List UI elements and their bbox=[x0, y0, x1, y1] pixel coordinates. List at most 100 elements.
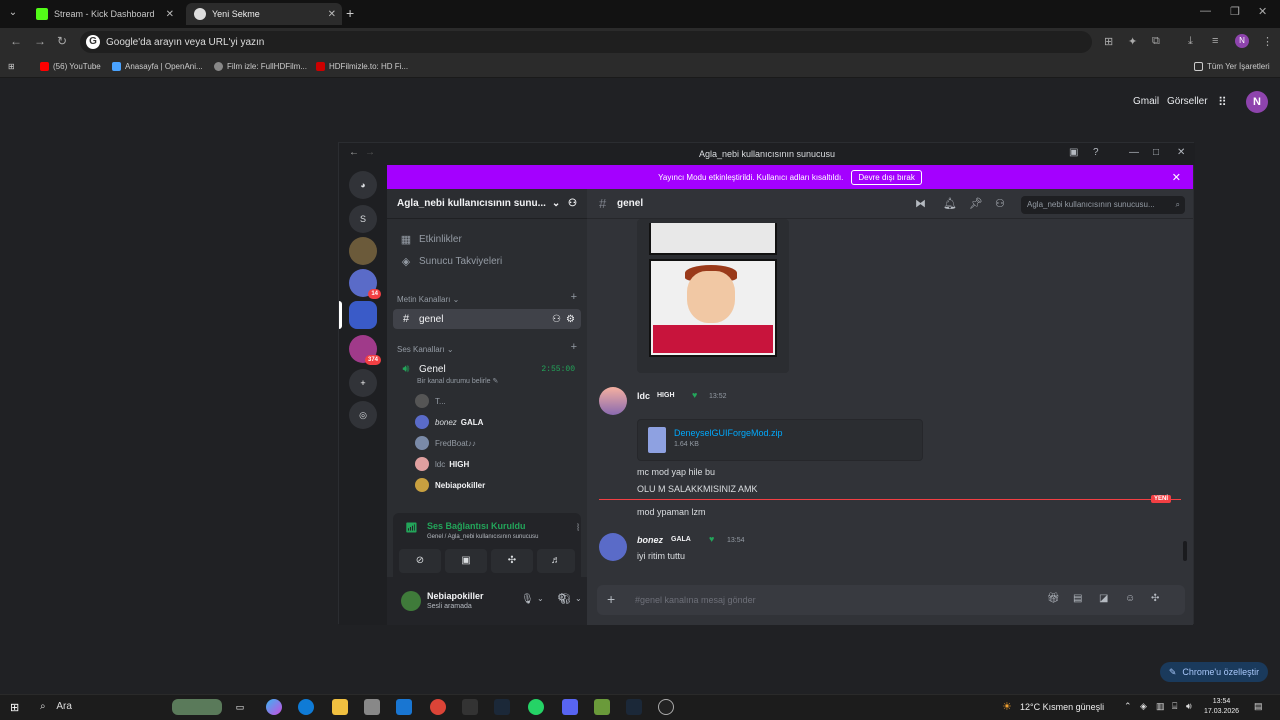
gmail-link[interactable]: Gmail bbox=[1133, 96, 1159, 107]
network-icon[interactable]: ⌸ bbox=[1172, 701, 1177, 712]
profile-avatar[interactable]: N bbox=[1235, 34, 1249, 48]
camera-button[interactable]: ⊘ bbox=[399, 549, 441, 573]
minimize-icon[interactable]: — bbox=[1129, 147, 1139, 158]
notification-icon[interactable]: ▤ bbox=[1254, 701, 1263, 712]
task-view-icon[interactable]: ▭ bbox=[232, 699, 248, 715]
add-channel-icon[interactable]: + bbox=[571, 291, 577, 303]
translate-icon[interactable]: ⊞ bbox=[1104, 35, 1113, 48]
events-item[interactable]: ▦ Etkinlikler bbox=[393, 229, 581, 249]
discord-home-icon[interactable]: ◕ bbox=[349, 171, 377, 199]
forward-icon[interactable]: → bbox=[34, 34, 46, 48]
search-input[interactable]: Agla_nebi kullanıcısının sunucusu... ⌕ bbox=[1021, 196, 1185, 214]
server-avatar[interactable]: 374 bbox=[349, 335, 381, 365]
voice-user[interactable]: T... bbox=[415, 392, 446, 410]
close-icon[interactable]: ✕ bbox=[1172, 171, 1181, 184]
server-avatar[interactable]: 14 bbox=[349, 269, 381, 299]
message-composer[interactable]: + #genel kanalına mesaj gönder 🎁︎ ▤ ◪ ☺ … bbox=[597, 585, 1185, 615]
steam-icon[interactable] bbox=[626, 699, 642, 715]
scrollbar[interactable] bbox=[1183, 541, 1187, 561]
emoji-icon[interactable]: ☺ bbox=[1125, 593, 1135, 604]
gift-icon[interactable]: 🎁︎ bbox=[1047, 593, 1060, 604]
chevron-down-icon[interactable]: ⌄ bbox=[537, 594, 544, 603]
inbox-icon[interactable]: ▣ bbox=[1069, 147, 1078, 158]
obs-icon[interactable] bbox=[658, 699, 674, 715]
minecraft-icon[interactable] bbox=[594, 699, 610, 715]
voice-channel-genel[interactable]: 🔊︎ Genel 2:55:00 bbox=[393, 359, 581, 379]
tab-kick[interactable]: Stream - Kick Dashboard ✕ bbox=[28, 3, 180, 25]
tab-new[interactable]: Yeni Sekme ✕ bbox=[186, 3, 342, 25]
soundboard-button[interactable]: ♬ bbox=[537, 549, 575, 573]
channel-status-prompt[interactable]: Bir kanal durumu belirle ✎ bbox=[417, 377, 498, 385]
file-attachment[interactable]: DeneyselGUIForgeMod.zip 1.64 KB bbox=[637, 419, 923, 461]
sticker-icon[interactable]: ◪ bbox=[1099, 593, 1108, 604]
screen-share-button[interactable]: ▣ bbox=[445, 549, 487, 573]
avatar[interactable] bbox=[599, 533, 627, 561]
back-icon[interactable]: ← bbox=[10, 34, 22, 48]
weather-text[interactable]: 12°C Kısmen güneşli bbox=[1020, 702, 1104, 712]
server-header[interactable]: Agla_nebi kullanıcısının sunu... ⌄ ⚇ bbox=[387, 189, 587, 219]
noise-suppression-icon[interactable]: ⦚ bbox=[577, 523, 579, 534]
store-icon[interactable] bbox=[364, 699, 380, 715]
bookmark-youtube[interactable]: (56) YouTube bbox=[40, 62, 101, 71]
copilot-icon[interactable] bbox=[266, 699, 282, 715]
chevron-up-icon[interactable]: ⌃ bbox=[1124, 701, 1132, 712]
invite-icon[interactable]: ⚇ bbox=[552, 314, 561, 325]
server-avatar[interactable] bbox=[349, 237, 377, 265]
apps-icon[interactable]: ✣ bbox=[1151, 593, 1159, 604]
apps-icon[interactable]: ⊞ bbox=[8, 62, 15, 71]
disable-streamer-mode-button[interactable]: Devre dışı bırak bbox=[851, 169, 922, 185]
chevron-down-icon[interactable]: ⌄ bbox=[575, 594, 582, 603]
voice-user[interactable]: bonez GALA bbox=[415, 413, 483, 431]
discord-taskbar-icon[interactable] bbox=[562, 699, 578, 715]
close-window-icon[interactable]: ✕ bbox=[1258, 5, 1267, 18]
voice-user[interactable]: Nebiapokiller bbox=[415, 476, 485, 494]
bookmark-fullhdfilm[interactable]: Film izle: FullHDFilm... bbox=[214, 62, 307, 71]
close-icon[interactable]: ✕ bbox=[328, 9, 336, 20]
image-attachment[interactable] bbox=[637, 219, 789, 373]
all-bookmarks[interactable]: Tüm Yer İşaretleri bbox=[1194, 62, 1270, 71]
chrome-icon[interactable] bbox=[430, 699, 446, 715]
terminal-icon[interactable] bbox=[462, 699, 478, 715]
steam-icon[interactable] bbox=[494, 699, 510, 715]
volume-icon[interactable]: 🔊︎ bbox=[1186, 701, 1192, 712]
add-channel-icon[interactable]: + bbox=[571, 341, 577, 353]
windows-start-icon[interactable]: ⊞ bbox=[10, 701, 22, 714]
maximize-icon[interactable]: □ bbox=[1153, 147, 1159, 158]
add-attachment-icon[interactable]: + bbox=[607, 591, 615, 607]
puzzle-icon[interactable]: ⧉ bbox=[1152, 35, 1160, 48]
text-category[interactable]: Metin Kanalları ⌄ bbox=[397, 295, 459, 304]
voice-category[interactable]: Ses Kanalları ⌄ bbox=[397, 345, 454, 354]
minimize-icon[interactable]: — bbox=[1200, 5, 1211, 17]
clock[interactable]: 13:54 17.03.2026 bbox=[1204, 697, 1239, 717]
voice-user[interactable]: FredBoat♪♪ bbox=[415, 434, 476, 452]
widgets-icon[interactable] bbox=[172, 699, 222, 715]
gear-icon[interactable]: ⚙ bbox=[566, 314, 575, 325]
tray-app-icon[interactable]: ▥ bbox=[1156, 701, 1165, 712]
close-icon[interactable]: ✕ bbox=[166, 9, 174, 20]
customize-chrome-button[interactable]: ✎ Chrome'u özelleştir bbox=[1160, 662, 1268, 682]
tab-search-icon[interactable]: ⌄ bbox=[4, 4, 22, 22]
tray-app-icon[interactable]: ◈ bbox=[1140, 701, 1147, 712]
server-active[interactable] bbox=[349, 301, 377, 329]
bookmark-openani[interactable]: Anasayfa | OpenAni... bbox=[112, 62, 203, 71]
discover-icon[interactable]: ◎ bbox=[349, 401, 377, 429]
bell-icon[interactable]: 🔔︎ bbox=[943, 197, 957, 210]
download-icon[interactable]: ⤓ bbox=[1188, 35, 1193, 48]
bookmark-hdfilmizle[interactable]: HDFilmizle.to: HD Fi... bbox=[316, 62, 408, 71]
voice-connected-title[interactable]: Ses Bağlantısı Kuruldu bbox=[427, 521, 526, 531]
menu-icon[interactable]: ⋮ bbox=[1262, 35, 1273, 48]
pin-icon[interactable]: 📌︎ bbox=[969, 197, 983, 210]
threads-icon[interactable]: ⧓ bbox=[915, 197, 926, 210]
voice-user[interactable]: ldc HIGH bbox=[415, 455, 469, 473]
help-icon[interactable]: ? bbox=[1093, 147, 1099, 158]
message-author[interactable]: ldc bbox=[637, 391, 650, 401]
file-explorer-icon[interactable] bbox=[332, 699, 348, 715]
add-member-icon[interactable]: ⚇ bbox=[568, 198, 577, 209]
close-icon[interactable]: ✕ bbox=[1177, 147, 1185, 158]
media-icon[interactable]: ≡ bbox=[1212, 35, 1218, 47]
boosts-item[interactable]: ◈ Sunucu Takviyeleri bbox=[393, 251, 581, 271]
images-link[interactable]: Görseller bbox=[1167, 96, 1208, 107]
message-author[interactable]: bonez bbox=[637, 535, 663, 545]
whatsapp-icon[interactable] bbox=[528, 699, 544, 715]
taskbar-search[interactable]: ⌕ Ara bbox=[40, 701, 72, 712]
